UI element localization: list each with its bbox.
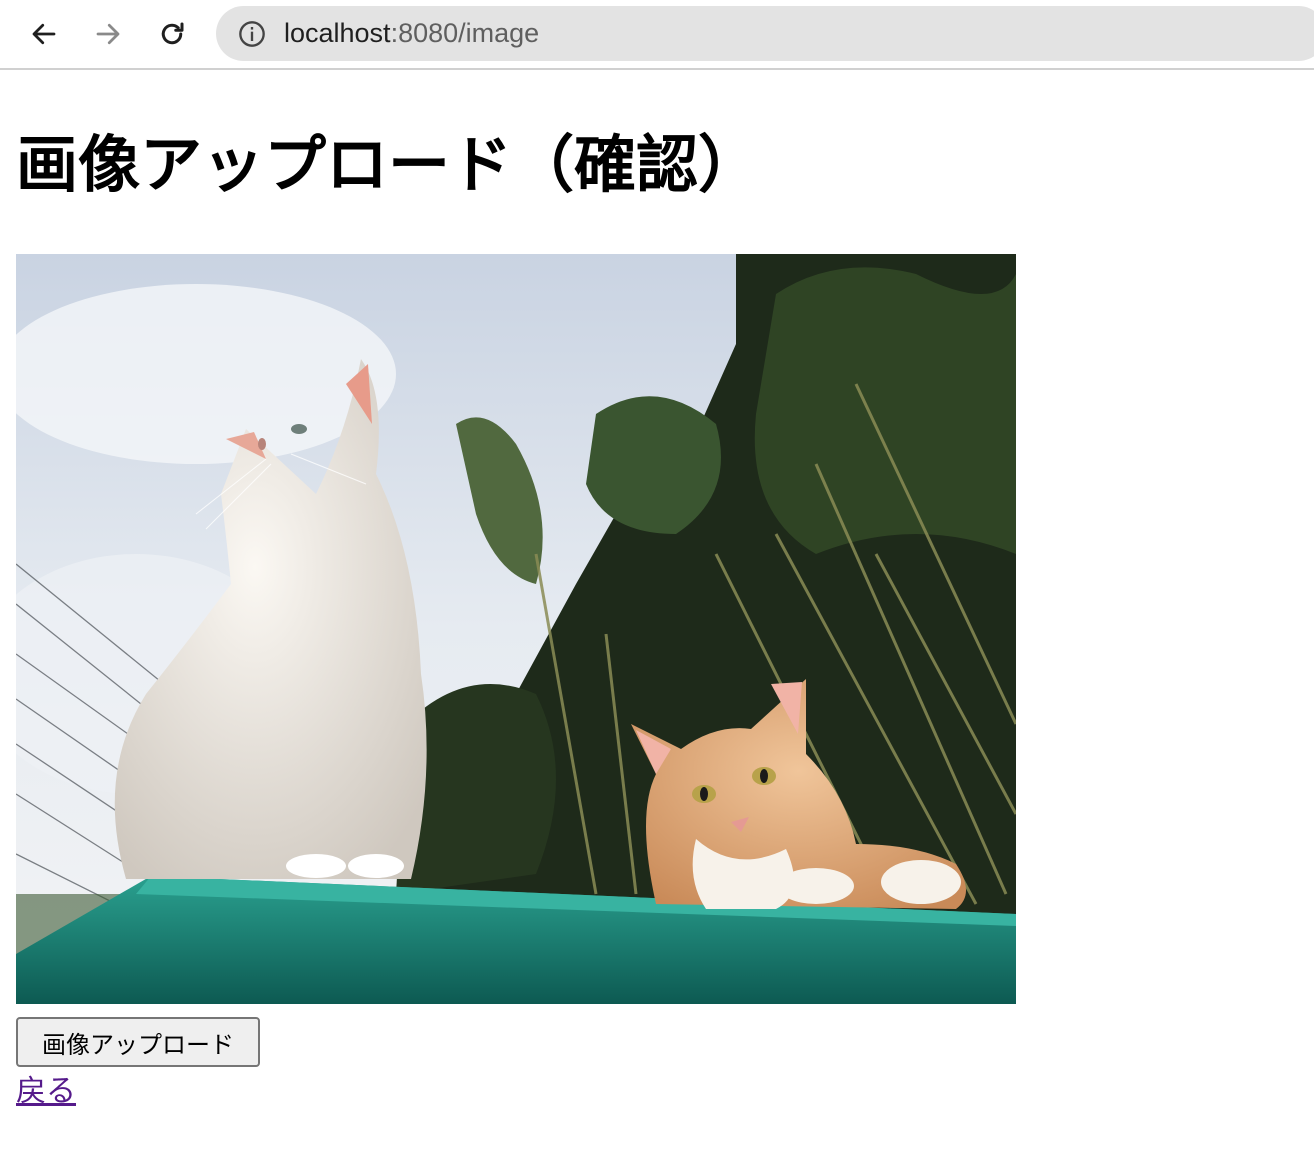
browser-toolbar: localhost:8080/image (0, 0, 1314, 70)
upload-button[interactable]: 画像アップロード (16, 1017, 260, 1067)
url-text[interactable]: localhost:8080/image (284, 6, 539, 61)
arrow-left-icon (32, 23, 56, 45)
info-icon[interactable] (238, 20, 266, 48)
uploaded-image-preview (16, 254, 1016, 1004)
reload-button[interactable] (152, 14, 192, 54)
back-link[interactable]: 戻る (16, 1071, 76, 1113)
arrow-right-icon (96, 23, 120, 45)
back-button[interactable] (24, 14, 64, 54)
forward-button[interactable] (88, 14, 128, 54)
url-host: localhost (284, 18, 391, 48)
url-path: :8080/image (390, 18, 540, 48)
reload-icon (161, 22, 184, 45)
address-bar[interactable]: localhost:8080/image (216, 6, 1314, 61)
page-title: 画像アップロード（確認） (16, 128, 761, 201)
